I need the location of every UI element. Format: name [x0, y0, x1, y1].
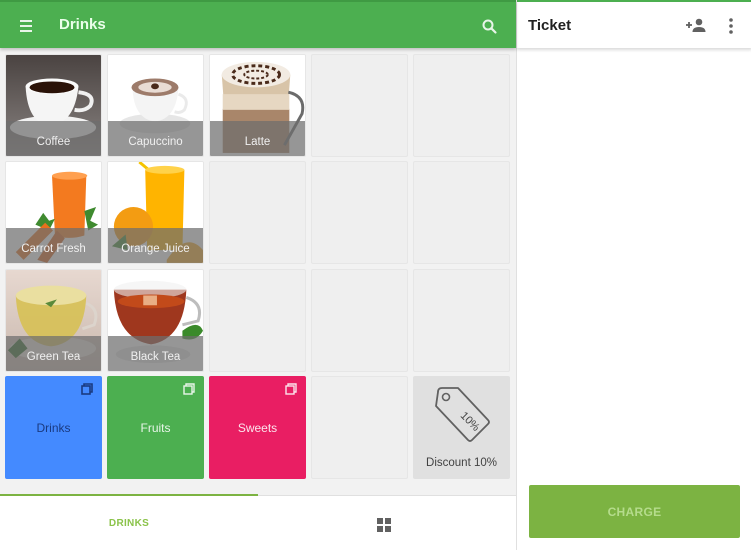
hamburger-menu-icon-line: [20, 25, 32, 27]
discount-label: Discount 10%: [426, 457, 497, 469]
category-label: Drinks: [36, 421, 71, 435]
item-tile-latte[interactable]: Latte: [209, 54, 306, 157]
item-tile-capuccino[interactable]: Capuccino: [107, 54, 204, 157]
item-label: Latte: [244, 136, 271, 148]
empty-tile[interactable]: [311, 269, 408, 372]
category-label: Sweets: [237, 421, 278, 435]
search-button[interactable]: [478, 15, 502, 39]
app-bar: Drinks: [0, 0, 516, 48]
category-folder-icon: [285, 383, 297, 395]
item-grid: Coffee Capuccino Latte Carrot Fresh Oran…: [5, 54, 511, 480]
grid-view-icon: [377, 518, 391, 532]
more-options-button[interactable]: [723, 16, 739, 36]
search-icon: [482, 19, 497, 34]
item-label: Coffee: [36, 136, 71, 148]
ticket-title: Ticket: [528, 17, 572, 34]
item-tile-green-tea[interactable]: Green Tea: [5, 269, 102, 372]
hamburger-menu-icon-line: [20, 30, 32, 32]
charge-button[interactable]: CHARGE: [529, 485, 740, 538]
ticket-header: Ticket: [517, 0, 751, 48]
menu-button[interactable]: [13, 14, 39, 38]
category-tile-sweets[interactable]: Sweets: [209, 376, 306, 479]
empty-tile[interactable]: [413, 161, 510, 264]
bottom-tab-bar: DRINKS: [0, 494, 516, 550]
item-tile-carrot-fresh[interactable]: Carrot Fresh: [5, 161, 102, 264]
category-folder-icon: [183, 383, 195, 395]
ticket-pane: Ticket CHARGE: [516, 0, 751, 550]
item-label: Orange Juice: [121, 243, 190, 255]
category-label: Fruits: [140, 421, 171, 435]
empty-tile[interactable]: [413, 54, 510, 157]
empty-tile[interactable]: [311, 54, 408, 157]
category-tile-drinks[interactable]: Drinks: [5, 376, 102, 479]
tab-drinks[interactable]: DRINKS: [0, 496, 258, 550]
hamburger-menu-icon: [20, 20, 32, 22]
pos-app: Drinks Coffee Capuccino Latte Carrot Fre…: [0, 0, 751, 550]
tag-text: 10%: [458, 410, 482, 434]
item-label: Green Tea: [26, 351, 81, 363]
empty-tile[interactable]: [413, 269, 510, 372]
price-tag-icon: 10%: [435, 387, 490, 442]
category-folder-icon: [81, 383, 93, 395]
empty-tile[interactable]: [209, 161, 306, 264]
empty-tile[interactable]: [209, 269, 306, 372]
add-customer-button[interactable]: [685, 16, 707, 36]
tab-grid-view[interactable]: [258, 496, 516, 550]
category-tile-fruits[interactable]: Fruits: [107, 376, 204, 479]
add-person-icon: [686, 18, 706, 32]
items-pane: Drinks Coffee Capuccino Latte Carrot Fre…: [0, 0, 516, 550]
empty-tile[interactable]: [311, 161, 408, 264]
page-title: Drinks: [59, 16, 106, 33]
item-label: Black Tea: [130, 351, 181, 363]
item-tile-coffee[interactable]: Coffee: [5, 54, 102, 157]
ticket-items-list: [517, 48, 751, 478]
item-tile-black-tea[interactable]: Black Tea: [107, 269, 204, 372]
item-label: Carrot Fresh: [21, 243, 86, 255]
empty-tile[interactable]: [311, 376, 408, 479]
more-vert-icon: [729, 18, 733, 34]
discount-tile[interactable]: 10% Discount 10%: [413, 376, 510, 479]
item-tile-orange-juice[interactable]: Orange Juice: [107, 161, 204, 264]
item-label: Capuccino: [128, 136, 183, 148]
